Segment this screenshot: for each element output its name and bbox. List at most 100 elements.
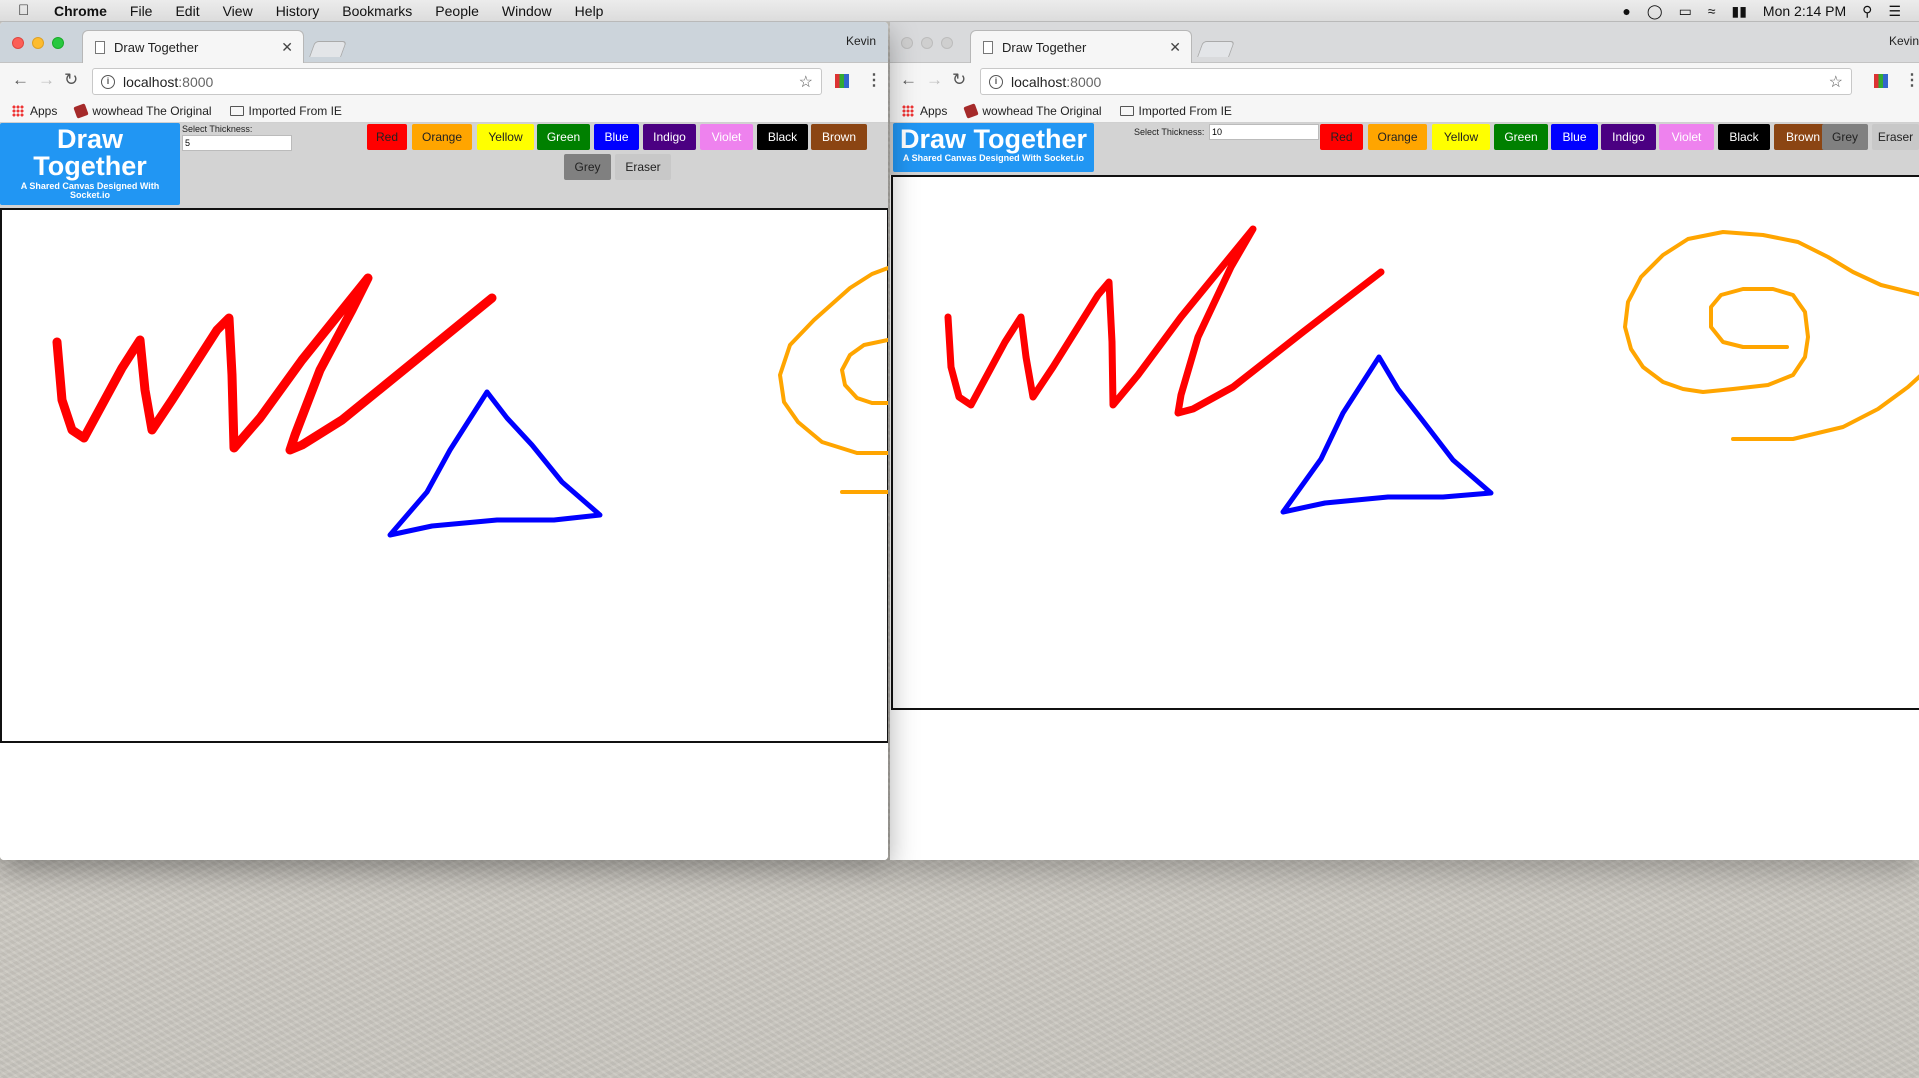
wowhead-icon <box>963 102 980 119</box>
reload-icon[interactable]: ↻ <box>952 70 966 90</box>
page-icon <box>983 40 993 54</box>
color-button-yellow[interactable]: Yellow <box>477 124 534 150</box>
color-button-yellow[interactable]: Yellow <box>1432 124 1490 150</box>
orange-spiral-stroke <box>778 266 888 494</box>
thickness-label: Select Thickness: <box>1134 127 1205 137</box>
address-bar[interactable]: i localhost:8000 ☆ <box>980 68 1852 95</box>
color-button-blue[interactable]: Blue <box>594 124 639 150</box>
color-button-orange[interactable]: Orange <box>412 124 472 150</box>
bookmark-label: wowhead The Original <box>92 103 212 118</box>
new-tab-button[interactable] <box>309 41 347 57</box>
menubar-clock[interactable]: Mon 2:14 PM <box>1763 3 1846 19</box>
bookmark-star-icon[interactable]: ☆ <box>1829 72 1843 92</box>
evernote-icon[interactable]: ● <box>1622 3 1630 19</box>
color-button-orange[interactable]: Orange <box>1368 124 1427 150</box>
thickness-input[interactable] <box>1209 124 1319 140</box>
color-button-red[interactable]: Red <box>367 124 407 150</box>
window-controls <box>12 37 64 49</box>
color-button-violet[interactable]: Violet <box>1659 124 1714 150</box>
browser-window-left: Draw Together ✕ Kevin ← → ↻ i localhost:… <box>0 22 888 860</box>
url-host: localhost <box>1011 73 1067 90</box>
creative-cloud-icon[interactable]: ◯ <box>1647 3 1663 20</box>
back-arrow-icon[interactable]: ← <box>12 70 29 90</box>
forward-arrow-icon[interactable]: → <box>926 70 943 90</box>
airplay-icon[interactable]: ▭ <box>1679 3 1692 20</box>
browser-toolbar: ← → ↻ i localhost:8000 ☆ ⋮ <box>890 63 1919 99</box>
profile-name[interactable]: Kevin <box>846 34 876 48</box>
bookmark-wowhead[interactable]: wowhead The Original <box>963 102 1102 119</box>
color-button-violet[interactable]: Violet <box>700 124 753 150</box>
chrome-menu-icon[interactable]: ⋮ <box>866 70 882 90</box>
extension-icon[interactable] <box>1874 74 1888 88</box>
page-icon <box>95 40 105 54</box>
profile-name[interactable]: Kevin <box>1889 34 1919 48</box>
info-icon[interactable]: i <box>989 74 1003 89</box>
back-arrow-icon[interactable]: ← <box>900 70 917 90</box>
bookmark-wowhead[interactable]: wowhead The Original <box>73 102 212 119</box>
battery-icon[interactable]: ▮▮ <box>1731 3 1746 20</box>
bookmark-folder-imported[interactable]: Imported From IE <box>1119 104 1232 118</box>
tab-draw-together[interactable]: Draw Together ✕ <box>82 30 304 63</box>
mac-menu-bar:  Chrome File Edit View History Bookmark… <box>0 0 1919 22</box>
minimize-window-button[interactable] <box>32 37 44 49</box>
color-button-brown[interactable]: Brown <box>811 124 867 150</box>
wifi-icon[interactable]: ≈ <box>1708 3 1716 19</box>
bookmark-folder-imported[interactable]: Imported From IE <box>229 104 342 118</box>
zoom-window-button[interactable] <box>941 37 953 49</box>
color-button-black[interactable]: Black <box>1718 124 1770 150</box>
close-tab-icon[interactable]: ✕ <box>281 39 293 56</box>
browser-toolbar: ← → ↻ i localhost:8000 ☆ ⋮ <box>0 63 888 99</box>
menu-bookmarks[interactable]: Bookmarks <box>342 3 412 19</box>
orange-spiral-stroke <box>1623 230 1919 441</box>
bookmark-apps[interactable]: Apps <box>902 104 947 118</box>
drawing-canvas[interactable] <box>891 175 1919 710</box>
notification-center-icon[interactable]: ☰ <box>1888 3 1901 20</box>
color-button-indigo[interactable]: Indigo <box>643 124 696 150</box>
close-window-button[interactable] <box>12 37 24 49</box>
color-button-red[interactable]: Red <box>1320 124 1363 150</box>
address-bar[interactable]: i localhost:8000 ☆ <box>92 68 822 95</box>
canvas-drawing <box>52 266 888 538</box>
info-icon[interactable]: i <box>101 74 115 89</box>
color-button-blue[interactable]: Blue <box>1551 124 1598 150</box>
menu-window[interactable]: Window <box>502 3 552 19</box>
chrome-menu-icon[interactable]: ⋮ <box>1904 70 1919 90</box>
extension-icon[interactable] <box>835 74 849 88</box>
logo-subtitle: A Shared Canvas Designed With Socket.io <box>902 153 1085 163</box>
reload-icon[interactable]: ↻ <box>64 70 78 90</box>
tab-title: Draw Together <box>114 39 199 55</box>
bookmark-apps[interactable]: Apps <box>12 104 57 118</box>
menu-edit[interactable]: Edit <box>175 3 199 19</box>
color-button-grey[interactable]: Grey <box>564 154 611 180</box>
color-button-grey[interactable]: Grey <box>1822 124 1868 150</box>
zoom-window-button[interactable] <box>52 37 64 49</box>
minimize-window-button[interactable] <box>921 37 933 49</box>
color-button-eraser[interactable]: Eraser <box>615 154 671 180</box>
menu-people[interactable]: People <box>435 3 479 19</box>
logo-title-line2: Together <box>33 151 147 181</box>
close-tab-icon[interactable]: ✕ <box>1169 39 1181 56</box>
color-button-black[interactable]: Black <box>757 124 808 150</box>
menu-file[interactable]: File <box>130 3 153 19</box>
color-button-green[interactable]: Green <box>537 124 590 150</box>
color-button-green[interactable]: Green <box>1494 124 1548 150</box>
new-tab-button[interactable] <box>1197 41 1235 57</box>
spotlight-search-icon[interactable]: ⚲ <box>1862 3 1872 20</box>
app-header: Draw Together A Shared Canvas Designed W… <box>0 123 888 208</box>
bookmark-star-icon[interactable]: ☆ <box>799 72 813 92</box>
menu-app-chrome[interactable]: Chrome <box>54 3 107 19</box>
menu-view[interactable]: View <box>223 3 253 19</box>
menu-history[interactable]: History <box>276 3 320 19</box>
tab-draw-together[interactable]: Draw Together ✕ <box>970 30 1192 63</box>
blue-triangle-stroke <box>1280 354 1494 515</box>
drawing-canvas[interactable] <box>0 208 888 743</box>
forward-arrow-icon[interactable]: → <box>38 70 55 90</box>
thickness-input[interactable] <box>182 135 292 151</box>
menu-help[interactable]: Help <box>575 3 604 19</box>
color-button-indigo[interactable]: Indigo <box>1601 124 1656 150</box>
bookmark-label: wowhead The Original <box>982 103 1102 118</box>
close-window-button[interactable] <box>901 37 913 49</box>
apple-icon[interactable]:  <box>18 2 40 19</box>
color-button-eraser[interactable]: Eraser <box>1872 124 1919 150</box>
tab-title: Draw Together <box>1002 39 1087 55</box>
